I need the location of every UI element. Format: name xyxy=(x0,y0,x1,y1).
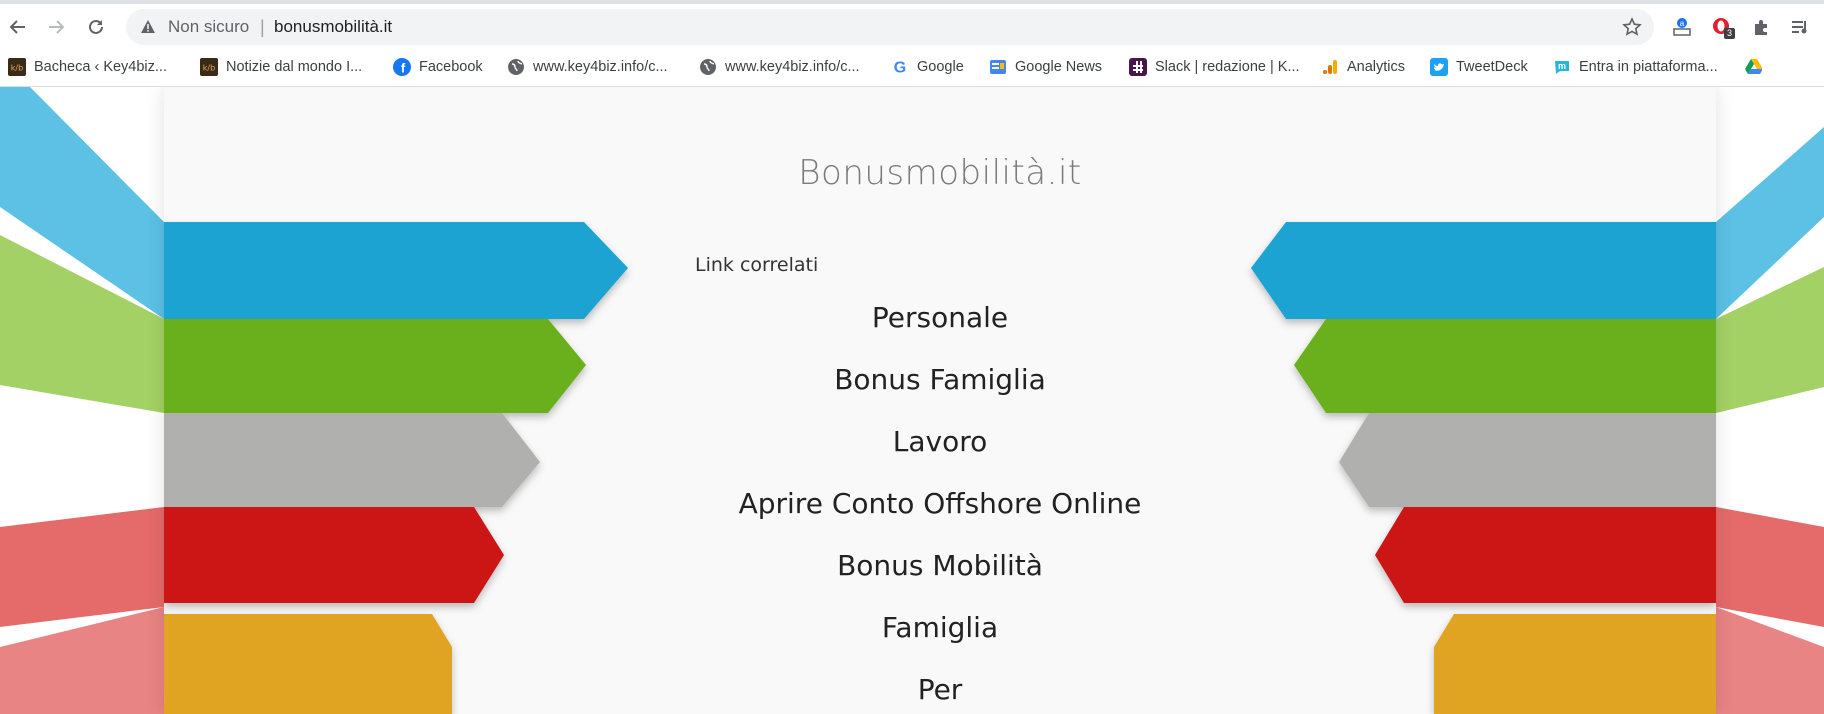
bookmark-label: Facebook xyxy=(419,59,483,75)
platform-icon: m xyxy=(1553,58,1571,76)
bookmark-label: www.key4biz.info/c... xyxy=(533,59,668,75)
browser-toolbar: Non sicuro | bonusmobilità.it a 3 xyxy=(0,0,1824,48)
bookmark-item[interactable]: G Google xyxy=(891,55,964,79)
warning-icon xyxy=(140,19,156,38)
bookmarks-bar: k/b Bacheca ‹ Key4biz... k/b Notizie dal… xyxy=(0,48,1824,87)
bookmark-label: Notizie dal mondo I... xyxy=(226,59,363,75)
svg-text:f: f xyxy=(401,61,406,76)
slack-icon xyxy=(1129,58,1147,76)
not-secure-label[interactable]: Non sicuro xyxy=(168,17,249,37)
bookmark-item[interactable]: f Facebook xyxy=(393,55,483,79)
svg-text:a: a xyxy=(1680,19,1685,28)
back-button[interactable] xyxy=(4,13,32,41)
address-bar[interactable]: Non sicuro | bonusmobilità.it xyxy=(126,9,1654,45)
bookmark-item[interactable]: k/b Bacheca ‹ Key4biz... xyxy=(8,55,167,79)
svg-text:k/b: k/b xyxy=(11,64,23,73)
related-link[interactable]: Aprire Conto Offshore Online xyxy=(164,473,1716,535)
site-title: Bonusmobilità.it xyxy=(798,153,1082,193)
svg-text:G: G xyxy=(894,60,906,77)
forward-button[interactable] xyxy=(42,13,70,41)
bookmark-label: Google xyxy=(917,59,964,75)
google-icon: G xyxy=(891,58,909,77)
bookmark-label: Google News xyxy=(1015,59,1103,75)
bookmark-label: Entra in piattaforma... xyxy=(1579,59,1718,75)
svg-text:k/b: k/b xyxy=(203,64,215,73)
bookmark-item[interactable]: www.key4biz.info/c... xyxy=(699,55,860,79)
translate-extension-icon[interactable]: a xyxy=(1670,15,1694,39)
svg-text:m: m xyxy=(1558,61,1566,71)
bookmark-label: www.key4biz.info/c... xyxy=(725,59,860,75)
facebook-icon: f xyxy=(393,58,411,76)
bookmark-item[interactable]: Analytics xyxy=(1321,55,1405,79)
related-link[interactable]: Lavoro xyxy=(164,411,1716,473)
url-separator: | xyxy=(260,17,265,37)
key4biz-icon: k/b xyxy=(8,58,26,76)
related-link[interactable]: Famiglia xyxy=(164,597,1716,659)
bookmark-item[interactable]: Google News xyxy=(989,55,1102,79)
reload-icon xyxy=(89,19,103,34)
opera-extension-icon[interactable]: 3 xyxy=(1710,15,1736,39)
bookmark-item[interactable]: m Entra in piattaforma... xyxy=(1553,55,1718,79)
globe-icon xyxy=(507,58,525,76)
forward-arrow-icon xyxy=(49,20,65,34)
extensions-puzzle-icon[interactable] xyxy=(1750,15,1774,39)
content-panel: Bonusmobilità.it Link correlati Personal… xyxy=(164,87,1716,714)
tweetdeck-icon xyxy=(1430,58,1448,76)
bookmark-item[interactable]: www.key4biz.info/c... xyxy=(507,55,668,79)
bookmark-item[interactable]: Slack | redazione | K... xyxy=(1129,55,1300,79)
bookmark-label: Slack | redazione | K... xyxy=(1155,59,1300,75)
related-link[interactable]: Bonus Mobilità xyxy=(164,535,1716,597)
analytics-icon xyxy=(1321,58,1339,76)
google-news-icon xyxy=(989,58,1007,76)
bookmark-item[interactable]: k/b Notizie dal mondo I... xyxy=(200,55,362,79)
related-link[interactable]: Per xyxy=(164,659,1716,714)
related-link[interactable]: Personale xyxy=(164,287,1716,349)
related-link[interactable]: Bonus Famiglia xyxy=(164,349,1716,411)
extension-badge: 3 xyxy=(1724,28,1736,39)
google-drive-icon xyxy=(1744,58,1762,76)
bookmark-star-icon[interactable] xyxy=(1622,17,1642,41)
bookmark-label: Analytics xyxy=(1347,59,1406,75)
related-links-list: Personale Bonus Famiglia Lavoro Aprire C… xyxy=(164,287,1716,714)
key4biz-icon: k/b xyxy=(200,58,218,76)
globe-icon xyxy=(699,58,717,76)
google-drive-bookmark[interactable] xyxy=(1744,55,1762,79)
reload-button[interactable] xyxy=(82,13,110,41)
web-page: Bonusmobilità.it Link correlati Personal… xyxy=(0,87,1824,714)
bookmark-label: TweetDeck xyxy=(1456,59,1528,75)
back-arrow-icon xyxy=(9,20,25,34)
bookmark-item[interactable]: TweetDeck xyxy=(1430,55,1528,79)
related-links-label: Link correlati xyxy=(695,254,819,276)
url-text[interactable]: bonusmobilità.it xyxy=(274,17,392,37)
bookmark-label: Bacheca ‹ Key4biz... xyxy=(34,59,167,75)
media-control-icon[interactable] xyxy=(1788,15,1812,39)
